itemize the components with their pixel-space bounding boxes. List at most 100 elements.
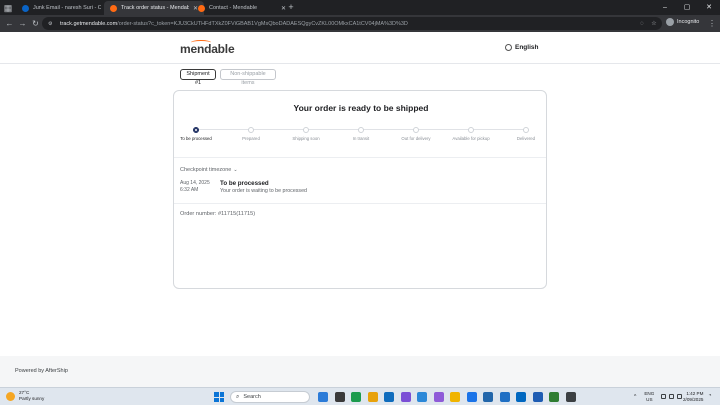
mendable-favicon-icon bbox=[110, 4, 117, 12]
wifi-icon[interactable] bbox=[661, 394, 667, 399]
language-code: ENG bbox=[644, 391, 655, 396]
taskbar-app-icon[interactable] bbox=[367, 392, 378, 402]
step-label: Shipping soon bbox=[292, 136, 320, 141]
close-window-button[interactable]: ✕ bbox=[698, 0, 720, 15]
notification-bell-icon[interactable]: ◔ bbox=[708, 393, 712, 399]
checkpoint-message: Your order is waiting to be processed bbox=[220, 188, 307, 194]
order-number-label: Order number: bbox=[180, 211, 217, 217]
taskbar-search[interactable]: ⌕ Search bbox=[230, 391, 310, 403]
non-shippable-items-tab[interactable]: Non-shippable items bbox=[220, 69, 276, 86]
weather-text: 27°C Partly sunny bbox=[19, 390, 44, 402]
taskbar-app-icon[interactable] bbox=[318, 392, 328, 402]
taskbar-app-icon[interactable] bbox=[433, 392, 444, 402]
url-host: track.getmendable.com bbox=[60, 20, 118, 27]
url-path: /order-status?c_token=KJU3CkUTHFdTXkZ0FV… bbox=[117, 20, 408, 27]
clock-time: 1:42 PM bbox=[686, 391, 704, 396]
eye-off-icon[interactable]: ◌ bbox=[638, 20, 646, 28]
mendable-logo[interactable]: mendable bbox=[180, 42, 235, 56]
tab-contact[interactable]: Contact - Mendable ✕ bbox=[192, 1, 292, 15]
step-dot bbox=[523, 127, 529, 133]
checkpoint-time: 6:32 AM bbox=[180, 187, 199, 193]
tab-title: Junk Email - naresh Suri - Outlo bbox=[33, 5, 101, 11]
battery-icon[interactable] bbox=[677, 394, 683, 399]
taskbar-app-icon[interactable] bbox=[417, 392, 427, 402]
outlook-icon bbox=[22, 4, 29, 12]
checkpoint-timezone-label: Checkpoint timezone bbox=[180, 167, 232, 173]
language-selector[interactable]: English bbox=[505, 44, 538, 51]
taskbar-app-icon[interactable] bbox=[466, 392, 477, 402]
browser-tab-strip: ▦ Junk Email - naresh Suri - Outlo ✕ Tra… bbox=[0, 0, 720, 15]
mendable-favicon-icon bbox=[198, 4, 205, 12]
reload-button[interactable]: ↻ bbox=[30, 18, 41, 29]
step-delivered: Delivered bbox=[506, 127, 546, 142]
clock-date: 2/09/2025 bbox=[683, 396, 704, 402]
language-label: English bbox=[515, 44, 539, 51]
taskbar-app-icon[interactable] bbox=[400, 392, 411, 402]
incognito-icon bbox=[666, 18, 674, 26]
taskbar-app-icon[interactable] bbox=[499, 392, 510, 402]
tab-title: Contact - Mendable bbox=[209, 5, 257, 11]
step-label: Delivered bbox=[516, 136, 536, 141]
step-dot bbox=[468, 127, 474, 133]
step-dot bbox=[248, 127, 254, 133]
volume-icon[interactable] bbox=[669, 394, 675, 399]
step-label: To be processed bbox=[180, 136, 212, 141]
clock[interactable]: 1:42 PM 2/09/2025 bbox=[683, 391, 703, 402]
incognito-indicator[interactable]: Incognito bbox=[666, 18, 699, 26]
chevron-up-icon[interactable]: ^ bbox=[634, 394, 636, 400]
search-placeholder: Search bbox=[243, 394, 261, 400]
menu-dots-icon[interactable]: ⋮ bbox=[708, 18, 716, 29]
step-dot bbox=[303, 127, 309, 133]
search-icon: ⌕ bbox=[236, 393, 240, 400]
window-controls: – ▢ ✕ bbox=[654, 0, 720, 15]
step-dot bbox=[358, 127, 364, 133]
step-out-for-delivery: Out for delivery bbox=[396, 127, 436, 142]
weather-widget[interactable]: 27°C Partly sunny bbox=[6, 390, 44, 402]
progress-tracker: To be processed Prepared Shipping soon I… bbox=[174, 127, 548, 157]
input-language[interactable]: ENG US bbox=[644, 391, 654, 402]
step-shipping-soon: Shipping soon bbox=[286, 127, 326, 142]
minimize-button[interactable]: – bbox=[654, 0, 676, 15]
step-dot bbox=[413, 127, 419, 133]
weather-desc: Partly sunny bbox=[19, 396, 45, 401]
divider bbox=[174, 203, 546, 204]
taskbar-app-icon[interactable] bbox=[384, 392, 394, 402]
step-label: In transit bbox=[352, 136, 370, 141]
back-button[interactable]: ← bbox=[4, 18, 15, 29]
taskbar-app-icon[interactable] bbox=[565, 392, 576, 402]
order-number: Order number: #11715(11715) bbox=[180, 211, 255, 217]
taskbar-app-icon[interactable] bbox=[549, 392, 559, 402]
region-code: US bbox=[646, 396, 653, 402]
step-to-be-processed: To be processed bbox=[176, 127, 216, 142]
page-footer: Powered by AfterShip bbox=[0, 356, 720, 387]
browser-toolbar: ← → ↻ ⚙ track.getmendable.com/order-stat… bbox=[0, 15, 720, 32]
plus-icon[interactable]: + bbox=[286, 2, 296, 12]
checkpoint-timezone-toggle[interactable]: Checkpoint timezone ⌄ bbox=[180, 167, 238, 173]
chevron-down-icon: ⌄ bbox=[233, 167, 238, 173]
shipment-1-tab[interactable]: Shipment #1 bbox=[180, 69, 216, 86]
windows-start-icon[interactable] bbox=[214, 392, 224, 402]
step-label: Available for pickup bbox=[452, 136, 490, 141]
taskbar-app-icon[interactable] bbox=[516, 392, 526, 402]
site-info-icon[interactable]: ⚙ bbox=[48, 21, 54, 27]
checkpoint-entry: Aug 14, 2025 6:32 AM To be processed You… bbox=[180, 180, 540, 198]
taskbar-app-icon[interactable] bbox=[483, 392, 493, 402]
order-status-card: Your order is ready to be shipped To be … bbox=[173, 90, 547, 289]
powered-by-link[interactable]: Powered by AfterShip bbox=[15, 368, 68, 374]
taskbar-app-icon[interactable] bbox=[450, 392, 460, 402]
star-icon[interactable]: ☆ bbox=[650, 20, 658, 28]
address-bar[interactable]: ⚙ track.getmendable.com/order-status?c_t… bbox=[42, 17, 662, 30]
url-text: track.getmendable.com/order-status?c_tok… bbox=[60, 21, 408, 27]
tab-search-icon[interactable]: ▦ bbox=[3, 3, 13, 13]
order-status-title: Your order is ready to be shipped bbox=[293, 103, 429, 113]
order-number-value: #11715(11715) bbox=[217, 211, 256, 217]
system-tray: ^ ENG US bbox=[634, 391, 685, 402]
maximize-button[interactable]: ▢ bbox=[676, 0, 698, 15]
taskbar-app-icon[interactable] bbox=[351, 392, 361, 402]
taskbar-app-icon[interactable] bbox=[532, 392, 543, 402]
tab-track-order[interactable]: Track order status - Mendable ✕ bbox=[104, 1, 205, 15]
forward-button[interactable]: → bbox=[17, 18, 28, 29]
tab-junk-email[interactable]: Junk Email - naresh Suri - Outlo ✕ bbox=[16, 1, 116, 15]
tab-title: Track order status - Mendable bbox=[121, 5, 189, 11]
taskbar-app-icon[interactable] bbox=[334, 392, 345, 402]
